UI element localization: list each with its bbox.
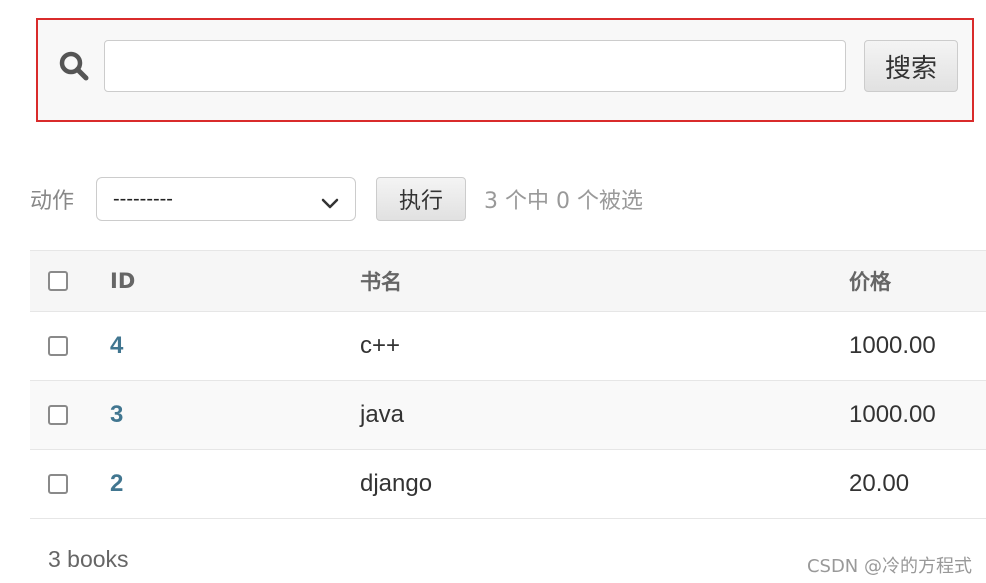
table-row: 3 java 1000.00 [30, 381, 986, 450]
row-checkbox[interactable] [48, 405, 68, 425]
column-header-price[interactable]: 价格 [849, 251, 891, 311]
select-all-checkbox[interactable] [48, 271, 68, 291]
row-price: 1000.00 [849, 332, 936, 359]
selection-counter: 3 个中 0 个被选 [484, 189, 643, 214]
row-book-name: django [360, 470, 433, 497]
select-all-cell [48, 251, 68, 311]
search-input[interactable] [104, 40, 846, 92]
column-header-name[interactable]: 书名 [360, 251, 402, 311]
row-book-name: java [360, 401, 405, 428]
row-price: 20.00 [849, 470, 910, 497]
row-price: 1000.00 [849, 401, 936, 428]
result-count: 3 books [48, 546, 129, 572]
row-id-link[interactable]: 3 [110, 401, 123, 429]
search-button[interactable]: 搜索 [864, 40, 958, 92]
row-book-name: c++ [360, 332, 401, 359]
row-id-link[interactable]: 4 [110, 332, 123, 360]
chevron-down-icon [321, 193, 339, 209]
results-table: ID 书名 价格 4 c++ 1000.00 3 java 1000.00 2 … [30, 250, 986, 519]
table-row: 4 c++ 1000.00 [30, 312, 986, 381]
search-toolbar: 搜索 [36, 18, 974, 122]
actions-bar: 动作 --------- 执行 3 个中 0 个被选 [30, 176, 643, 222]
row-checkbox[interactable] [48, 474, 68, 494]
watermark: CSDN @冷的方程式 [806, 556, 972, 577]
table-header-row: ID 书名 价格 [30, 250, 986, 312]
row-checkbox[interactable] [48, 336, 68, 356]
action-select[interactable]: --------- [96, 177, 357, 221]
action-select-value: --------- [113, 187, 173, 210]
run-action-button[interactable]: 执行 [376, 177, 467, 221]
row-id-link[interactable]: 2 [110, 470, 123, 498]
admin-changelist: 搜索 动作 --------- 执行 3 个中 0 个被选 ID 书名 价格 4… [0, 0, 986, 583]
table-row: 2 django 20.00 [30, 450, 986, 519]
action-label: 动作 [30, 189, 75, 214]
search-icon [58, 50, 90, 82]
column-header-id[interactable]: ID [110, 251, 135, 311]
